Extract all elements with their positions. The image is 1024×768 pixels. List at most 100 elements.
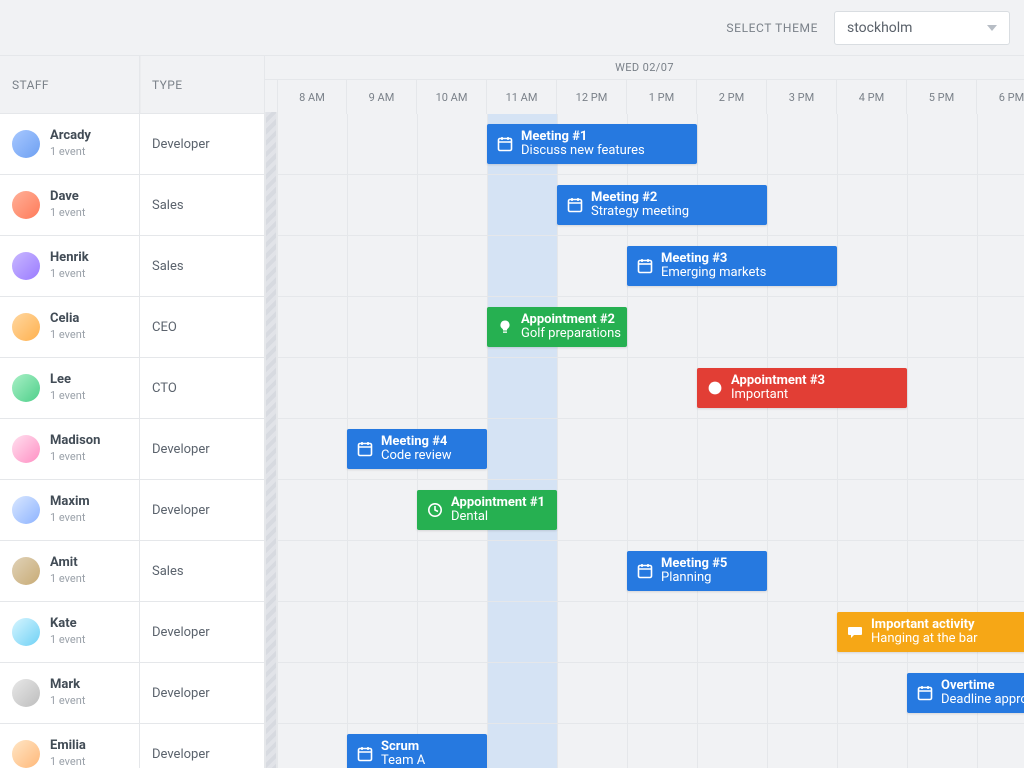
event[interactable]: Meeting #4Code review — [347, 429, 487, 469]
staff-name: Henrik — [50, 251, 89, 266]
hour-cell[interactable]: 11 AM — [487, 80, 557, 114]
event[interactable]: ScrumTeam A — [347, 734, 487, 768]
event-title: Important activity — [871, 618, 978, 632]
calendar-icon — [357, 746, 373, 762]
staff-rows: Arcady1 eventDeveloperDave1 eventSalesHe… — [0, 114, 265, 768]
staff-cell[interactable]: Emilia 1 event — [0, 724, 140, 768]
chevron-down-icon — [987, 25, 997, 31]
staff-sub: 1 event — [50, 207, 85, 220]
staff-sub: 1 event — [50, 451, 100, 464]
staff-cell[interactable]: Amit1 event — [0, 541, 140, 601]
event-sub: Planning — [661, 571, 727, 585]
staff-row: Lee1 eventCTO — [0, 358, 265, 419]
avatar — [12, 313, 40, 341]
staff-name: Arcady — [50, 129, 91, 144]
timeline: WED 02/07 8 AM9 AM10 AM11 AM12 PM1 PM2 P… — [265, 56, 1024, 768]
staff-row: Celia1 eventCEO — [0, 297, 265, 358]
staff-name: Lee — [50, 373, 85, 388]
event[interactable]: Appointment #1Dental — [417, 490, 557, 530]
column-splitter[interactable] — [265, 112, 277, 768]
event-sub: Discuss new features — [521, 144, 645, 158]
event-title: Meeting #4 — [381, 435, 452, 449]
timeline-row[interactable] — [265, 480, 1024, 541]
theme-select[interactable]: stockholm — [834, 11, 1010, 45]
event[interactable]: Meeting #1Discuss new features — [487, 124, 697, 164]
event[interactable]: Important activityHanging at the bar — [837, 612, 1024, 652]
staff-sub: 1 event — [50, 756, 86, 768]
hour-cell[interactable]: 10 AM — [417, 80, 487, 114]
event-sub: Strategy meeting — [591, 205, 689, 219]
hour-cell[interactable]: 5 PM — [907, 80, 977, 114]
event-sub: Team A — [381, 754, 425, 768]
hour-cell[interactable]: 8 AM — [277, 80, 347, 114]
event[interactable]: Meeting #3Emerging markets — [627, 246, 837, 286]
event[interactable]: Appointment #2Golf preparations — [487, 307, 627, 347]
staff-cell[interactable]: Celia1 event — [0, 297, 140, 357]
staff-name: Madison — [50, 434, 100, 449]
staff-sub: 1 event — [50, 695, 85, 708]
event-title: Appointment #2 — [521, 313, 621, 327]
event[interactable]: Meeting #2Strategy meeting — [557, 185, 767, 225]
hour-cell[interactable]: 9 AM — [347, 80, 417, 114]
hour-cell[interactable]: 12 PM — [557, 80, 627, 114]
type-cell: CEO — [140, 297, 265, 357]
avatar — [12, 130, 40, 158]
staff-name: Amit — [50, 556, 85, 571]
staff-name: Dave — [50, 190, 85, 205]
hour-cell[interactable]: 2 PM — [697, 80, 767, 114]
staff-sub: 1 event — [50, 390, 85, 403]
event-title: Meeting #2 — [591, 191, 689, 205]
staff-sub: 1 event — [50, 634, 85, 647]
clock-icon — [427, 502, 443, 518]
timeline-row[interactable] — [265, 358, 1024, 419]
hour-cell[interactable]: 1 PM — [627, 80, 697, 114]
staff-row: Dave1 eventSales — [0, 175, 265, 236]
staff-cell[interactable]: Henrik 1 event — [0, 236, 140, 296]
avatar — [12, 679, 40, 707]
event-title: Appointment #1 — [451, 496, 545, 510]
staff-cell[interactable]: Kate 1 event — [0, 602, 140, 662]
staff-name: Kate — [50, 617, 85, 632]
avatar — [12, 252, 40, 280]
col-header-staff[interactable]: STAFF — [0, 56, 140, 113]
scheduler: STAFF TYPE Arcady1 eventDeveloperDave1 e… — [0, 56, 1024, 768]
calendar-icon — [497, 136, 513, 152]
staff-cell[interactable]: Mark1 event — [0, 663, 140, 723]
col-header-type[interactable]: TYPE — [140, 56, 265, 113]
staff-cell[interactable]: Madison 1 event — [0, 419, 140, 479]
event[interactable]: Meeting #5Planning — [627, 551, 767, 591]
event-title: Meeting #3 — [661, 252, 766, 266]
event-title: Scrum — [381, 740, 425, 754]
staff-sub: 1 event — [50, 268, 89, 281]
event-sub: Dental — [451, 510, 545, 524]
hour-cell[interactable]: 6 PM — [977, 80, 1024, 114]
calendar-icon — [637, 258, 653, 274]
hour-cell[interactable]: 4 PM — [837, 80, 907, 114]
timeline-body[interactable]: Meeting #1Discuss new features Meeting #2… — [265, 114, 1024, 768]
event-sub: Important — [731, 388, 825, 402]
staff-sub: 1 event — [50, 512, 90, 525]
staff-cell[interactable]: Maxim1 event — [0, 480, 140, 540]
event[interactable]: OvertimeDeadline approaching — [907, 673, 1024, 713]
event[interactable]: Appointment #3Important — [697, 368, 907, 408]
calendar-icon — [567, 197, 583, 213]
staff-row: Amit1 eventSales — [0, 541, 265, 602]
type-cell: Developer — [140, 663, 265, 723]
timeline-row[interactable] — [265, 297, 1024, 358]
event-sub: Code review — [381, 449, 452, 463]
type-cell: Developer — [140, 114, 265, 174]
staff-row: Mark1 eventDeveloper — [0, 663, 265, 724]
staff-cell[interactable]: Dave 1 event — [0, 175, 140, 235]
staff-name: Emilia — [50, 739, 86, 754]
type-cell: Developer — [140, 724, 265, 768]
theme-selected: stockholm — [847, 20, 912, 36]
staff-row: Emilia 1 event Developer — [0, 724, 265, 768]
avatar — [12, 435, 40, 463]
theme-label: SELECT THEME — [726, 21, 818, 35]
event-sub: Hanging at the bar — [871, 632, 978, 646]
staff-cell[interactable]: Arcady1 event — [0, 114, 140, 174]
staff-cell[interactable]: Lee 1 event — [0, 358, 140, 418]
hour-cell[interactable]: 3 PM — [767, 80, 837, 114]
type-cell: Sales — [140, 541, 265, 601]
staff-row: Kate1 eventDeveloper — [0, 602, 265, 663]
